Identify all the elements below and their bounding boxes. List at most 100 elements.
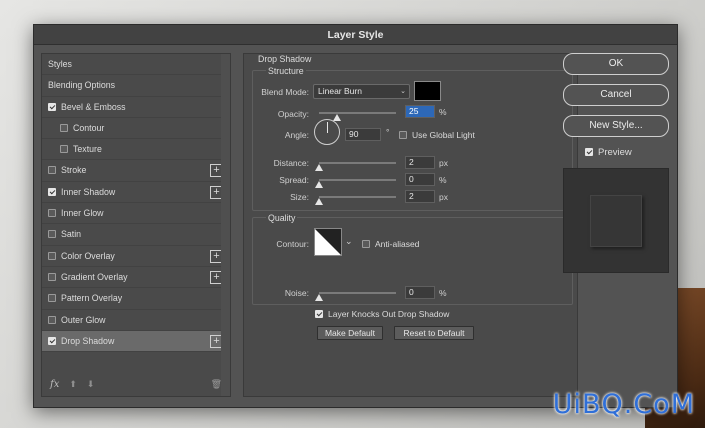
ok-button[interactable]: OK: [563, 53, 669, 75]
angle-input[interactable]: 90: [345, 128, 381, 141]
structure-heading: Structure: [266, 66, 306, 76]
angle-unit: °: [386, 127, 390, 137]
style-item-label: Outer Glow: [61, 314, 106, 325]
style-item-pattern-overlay[interactable]: Pattern Overlay: [42, 288, 230, 310]
distance-slider[interactable]: [319, 162, 396, 164]
style-checkbox[interactable]: [48, 187, 56, 196]
preview-label: Preview: [598, 147, 632, 158]
styles-list-scrollbar[interactable]: [221, 54, 230, 396]
style-item-label: Styles: [48, 59, 72, 69]
style-item-color-overlay[interactable]: Color Overlay +: [42, 246, 230, 267]
preview-checkbox-box[interactable]: [585, 148, 593, 156]
contour-preview[interactable]: [314, 228, 342, 256]
opacity-slider[interactable]: [319, 112, 396, 114]
style-checkbox[interactable]: [48, 294, 56, 303]
distance-slider-thumb[interactable]: [315, 164, 323, 171]
style-checkbox[interactable]: [48, 315, 56, 324]
blend-mode-label: Blend Mode:: [261, 87, 309, 97]
style-item-label: Color Overlay: [61, 250, 115, 261]
spread-label: Spread:: [279, 175, 309, 185]
make-default-button[interactable]: Make Default: [317, 326, 383, 340]
use-global-light-checkbox[interactable]: Use Global Light: [399, 130, 475, 140]
knockout-checkbox-box[interactable]: [315, 310, 323, 318]
drop-shadow-panel: Drop Shadow Structure Blend Mode: Linear…: [243, 53, 578, 397]
distance-label: Distance:: [273, 158, 309, 168]
angle-dial[interactable]: [314, 119, 340, 145]
style-item-label: Drop Shadow: [61, 335, 115, 346]
blend-mode-select[interactable]: Linear Burn ⌄: [313, 84, 410, 99]
new-style-button[interactable]: New Style...: [563, 115, 669, 137]
anti-aliased-checkbox-box[interactable]: [362, 240, 370, 248]
layer-style-dialog: Layer Style Styles Blending Options Bevel …: [33, 24, 678, 408]
style-item-label: Pattern Overlay: [61, 293, 123, 304]
style-item-label: Stroke: [61, 165, 87, 176]
contour-chevron-down-icon[interactable]: ⌄: [345, 236, 353, 247]
style-item-stroke[interactable]: Stroke +: [42, 160, 230, 182]
preview-checkbox[interactable]: Preview: [585, 147, 632, 158]
style-checkbox[interactable]: [60, 145, 68, 154]
spread-unit: %: [439, 175, 447, 185]
watermark-logo: UiBQ.CoM: [552, 389, 695, 420]
style-item-bevel-emboss[interactable]: Bevel & Emboss: [42, 97, 230, 118]
trash-icon[interactable]: 🗑: [211, 379, 222, 390]
dialog-title: Layer Style: [34, 25, 677, 45]
style-checkbox[interactable]: [48, 166, 56, 175]
opacity-label: Opacity:: [277, 109, 309, 119]
styles-list-footer: fx ⬆ ⬇ 🗑: [42, 372, 230, 396]
style-checkbox[interactable]: [48, 209, 56, 218]
spread-slider[interactable]: [319, 179, 396, 181]
style-item-blending-options[interactable]: Blending Options: [42, 75, 230, 97]
move-down-icon[interactable]: ⬇: [87, 379, 95, 390]
opacity-unit: %: [439, 107, 447, 117]
style-item-styles[interactable]: Styles: [42, 54, 230, 76]
move-up-icon[interactable]: ⬆: [69, 379, 77, 390]
cancel-button[interactable]: Cancel: [563, 84, 669, 106]
opacity-slider-thumb[interactable]: [333, 114, 341, 121]
style-item-outer-glow[interactable]: Outer Glow: [42, 310, 230, 331]
style-checkbox[interactable]: [48, 336, 56, 345]
spread-input[interactable]: 0: [405, 173, 435, 186]
size-slider[interactable]: [319, 196, 396, 198]
style-item-label: Contour: [73, 122, 105, 133]
style-checkbox[interactable]: [48, 272, 56, 281]
size-slider-thumb[interactable]: [315, 198, 323, 205]
size-input[interactable]: 2: [405, 190, 435, 203]
style-item-label: Blending Options: [48, 80, 115, 91]
style-item-gradient-overlay[interactable]: Gradient Overlay +: [42, 267, 230, 289]
style-item-satin[interactable]: Satin: [42, 224, 230, 246]
reset-to-default-button[interactable]: Reset to Default: [394, 326, 474, 340]
knockout-label: Layer Knocks Out Drop Shadow: [328, 309, 450, 319]
knockout-checkbox[interactable]: Layer Knocks Out Drop Shadow: [315, 309, 449, 319]
style-item-label: Inner Shadow: [61, 186, 116, 197]
structure-group: Structure Blend Mode: Linear Burn ⌄ Opac…: [252, 66, 573, 211]
style-item-inner-shadow[interactable]: Inner Shadow +: [42, 182, 230, 204]
style-checkbox[interactable]: [48, 251, 56, 260]
chevron-down-icon: ⌄: [400, 88, 406, 95]
style-checkbox[interactable]: [60, 123, 68, 132]
noise-unit: %: [439, 288, 447, 298]
distance-input[interactable]: 2: [405, 156, 435, 169]
drop-shadow-heading: Drop Shadow: [258, 54, 312, 64]
style-item-label: Gradient Overlay: [61, 271, 128, 282]
fx-icon[interactable]: fx: [50, 379, 59, 390]
styles-list-panel: Styles Blending Options Bevel & Emboss Cont…: [41, 53, 231, 397]
shadow-color-swatch[interactable]: [414, 81, 441, 101]
global-light-checkbox-box[interactable]: [399, 131, 407, 139]
noise-slider[interactable]: [319, 292, 396, 294]
opacity-input[interactable]: 25: [405, 105, 435, 118]
anti-aliased-checkbox[interactable]: Anti-aliased: [362, 239, 419, 249]
style-item-texture[interactable]: Texture: [42, 139, 230, 161]
style-checkbox[interactable]: [48, 102, 56, 111]
spread-slider-thumb[interactable]: [315, 181, 323, 188]
noise-input[interactable]: 0: [405, 286, 435, 299]
style-item-label: Inner Glow: [61, 208, 104, 219]
noise-slider-thumb[interactable]: [315, 294, 323, 301]
style-preview: [563, 168, 669, 273]
style-item-inner-glow[interactable]: Inner Glow: [42, 203, 230, 225]
style-item-contour[interactable]: Contour: [42, 118, 230, 140]
distance-unit: px: [439, 158, 448, 168]
quality-heading: Quality: [266, 213, 298, 223]
style-checkbox[interactable]: [48, 230, 56, 239]
noise-label: Noise:: [284, 288, 309, 298]
style-item-drop-shadow[interactable]: Drop Shadow +: [42, 330, 230, 353]
